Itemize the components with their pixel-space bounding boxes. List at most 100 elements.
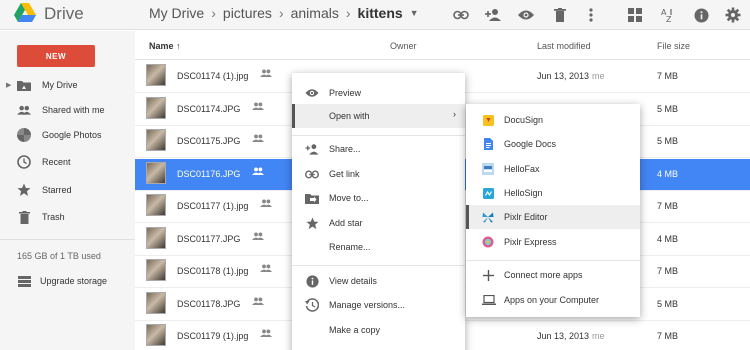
- shared-people-icon: [252, 296, 264, 307]
- file-thumbnail: [146, 324, 166, 346]
- app-item-pixlr-editor[interactable]: Pixlr Editor: [466, 205, 640, 229]
- file-modified: Jun 13, 2013 me: [537, 71, 605, 81]
- menu-item-label: Preview: [329, 88, 362, 98]
- file-size: 4 MB: [657, 233, 679, 244]
- column-header-size[interactable]: File size: [657, 41, 690, 51]
- add-person-icon[interactable]: [482, 4, 504, 26]
- app-item-label: Google Docs: [504, 139, 557, 149]
- open-with-submenu: DocuSign Google Docs HelloFax HelloSign …: [466, 104, 640, 317]
- breadcrumb-item-animals[interactable]: animals: [291, 5, 339, 21]
- info-icon[interactable]: [690, 4, 712, 26]
- modified-date: Jun 13, 2013: [537, 331, 590, 341]
- new-button[interactable]: NEW: [17, 45, 95, 67]
- sidebar-item-trash[interactable]: Trash: [0, 205, 135, 229]
- connect-more-apps[interactable]: Connect more apps: [466, 263, 640, 287]
- sidebar-item-shared-with-me[interactable]: Shared with me: [0, 98, 135, 122]
- drive-logo-icon[interactable]: [14, 3, 36, 23]
- column-header-name[interactable]: Name ↑: [149, 41, 181, 51]
- menu-item-rename[interactable]: Rename...: [292, 235, 465, 259]
- menu-item-make-a-copy[interactable]: Make a copy: [292, 318, 465, 342]
- app-item-label: Pixlr Express: [504, 237, 557, 247]
- app-item-label: Apps on your Computer: [504, 295, 600, 305]
- svg-text:Z: Z: [666, 15, 672, 23]
- sidebar-item-label: Shared with me: [42, 105, 105, 115]
- file-name: DSC01178 (1).jpg: [177, 266, 249, 276]
- sidebar-item-label: Google Photos: [42, 130, 102, 140]
- file-thumbnail: [146, 96, 166, 119]
- settings-gear-icon[interactable]: [722, 4, 744, 26]
- breadcrumb: My Drive › pictures › animals › kittens …: [149, 5, 419, 21]
- trash-icon: [17, 210, 31, 224]
- app-item-label: DocuSign: [504, 115, 544, 125]
- menu-divider: [292, 265, 465, 266]
- eye-icon: [305, 86, 319, 100]
- upgrade-storage-link[interactable]: Upgrade storage: [0, 269, 135, 293]
- chevron-right-icon: ›: [278, 5, 284, 21]
- app-item-hellofax[interactable]: HelloFax: [466, 157, 640, 181]
- app-item-label: HelloFax: [504, 164, 540, 174]
- expand-arrow-icon[interactable]: ▶: [6, 81, 11, 89]
- file-name: DSC01177 (1).jpg: [177, 201, 249, 211]
- sidebar-item-recent[interactable]: Recent: [0, 150, 135, 174]
- breadcrumb-item-my-drive[interactable]: My Drive: [149, 5, 204, 21]
- apps-on-your-computer[interactable]: Apps on your Computer: [466, 288, 640, 312]
- file-modified: Jun 13, 2013 me: [537, 331, 605, 341]
- menu-item-add-star[interactable]: Add star: [292, 211, 465, 235]
- menu-item-get-link[interactable]: Get link: [292, 162, 465, 186]
- upgrade-storage-label: Upgrade storage: [40, 276, 108, 286]
- file-name: DSC01179 (1).jpg: [177, 331, 249, 341]
- sidebar-item-label: Starred: [42, 185, 72, 195]
- more-vert-icon[interactable]: [580, 4, 602, 26]
- link-icon[interactable]: [450, 4, 472, 26]
- preview-eye-icon[interactable]: [515, 4, 537, 26]
- menu-item-share[interactable]: Share...: [292, 137, 465, 161]
- app-title[interactable]: Drive: [44, 4, 84, 24]
- app-item-google-docs[interactable]: Google Docs: [466, 132, 640, 156]
- menu-item-label: Make a copy: [329, 325, 381, 335]
- sort-az-icon[interactable]: AZ: [657, 4, 679, 26]
- file-name: DSC01176.JPG: [177, 168, 241, 179]
- grid-view-icon[interactable]: [624, 4, 646, 26]
- sidebar-item-starred[interactable]: Starred: [0, 178, 135, 202]
- laptop-icon: [482, 294, 496, 306]
- list-header: Name ↑ Owner Last modified File size: [135, 31, 750, 60]
- column-header-modified[interactable]: Last modified: [537, 41, 591, 51]
- file-size: 5 MB: [657, 298, 679, 309]
- chevron-right-icon: ›: [211, 5, 216, 21]
- menu-item-open-with[interactable]: Open with ›: [292, 104, 465, 128]
- column-header-owner[interactable]: Owner: [390, 41, 417, 51]
- pixlr-express-icon: [482, 236, 494, 248]
- sidebar-item-google-photos[interactable]: Google Photos: [0, 123, 135, 147]
- file-size: 4 MB: [657, 168, 679, 179]
- sidebar-item-label: Recent: [42, 157, 71, 167]
- trash-icon[interactable]: [549, 4, 571, 26]
- menu-item-label: Manage versions...: [329, 300, 406, 310]
- menu-item-manage-versions[interactable]: Manage versions...: [292, 293, 465, 317]
- hellofax-icon: [482, 163, 494, 175]
- menu-item-preview[interactable]: Preview: [292, 81, 465, 105]
- sidebar-item-my-drive[interactable]: ▶ My Drive: [0, 73, 135, 97]
- photos-pinwheel-icon: [17, 128, 31, 142]
- file-name: DSC01177.JPG: [177, 233, 241, 244]
- file-thumbnail: [146, 194, 166, 216]
- menu-item-label: View details: [329, 276, 377, 286]
- file-name: DSC01174 (1).jpg: [177, 71, 249, 81]
- menu-divider: [292, 135, 465, 136]
- shared-people-icon: [252, 134, 264, 144]
- app-item-pixlr-express[interactable]: Pixlr Express: [466, 230, 640, 254]
- shared-people-icon: [260, 199, 272, 209]
- link-icon: [305, 167, 319, 181]
- star-icon: [305, 216, 319, 230]
- shared-people-icon: [260, 69, 272, 79]
- app-item-docusign[interactable]: DocuSign: [466, 108, 640, 132]
- file-thumbnail: [146, 64, 166, 86]
- breadcrumb-current[interactable]: kittens: [358, 5, 403, 21]
- modified-by: me: [592, 71, 605, 81]
- plus-icon: [482, 269, 494, 281]
- app-item-hellosign[interactable]: HelloSign: [466, 181, 640, 205]
- menu-item-move-to[interactable]: Move to...: [292, 186, 465, 210]
- docusign-icon: [482, 114, 494, 126]
- menu-item-view-details[interactable]: View details: [292, 269, 465, 293]
- caret-down-icon[interactable]: ▼: [410, 8, 419, 18]
- breadcrumb-item-pictures[interactable]: pictures: [223, 5, 272, 21]
